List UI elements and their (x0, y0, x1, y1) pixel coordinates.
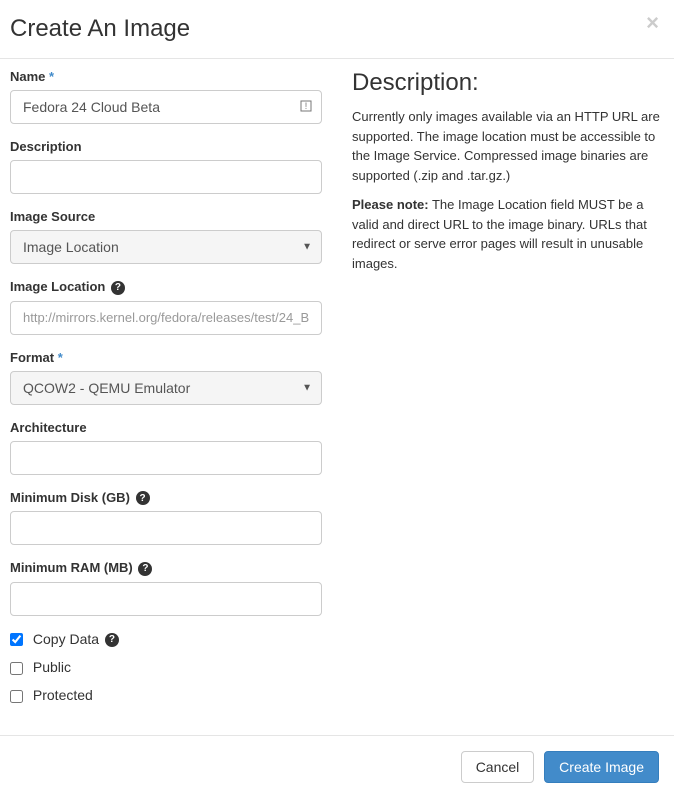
min-ram-group: Minimum RAM (MB) ? (10, 560, 322, 616)
help-icon[interactable]: ? (136, 491, 150, 505)
min-disk-group: Minimum Disk (GB) ? (10, 490, 322, 546)
help-icon[interactable]: ? (111, 281, 125, 295)
name-label-text: Name (10, 69, 45, 84)
format-select[interactable]: QCOW2 - QEMU Emulator (10, 371, 322, 405)
protected-checkbox[interactable] (10, 690, 23, 703)
close-icon: × (646, 10, 659, 35)
image-location-label-text: Image Location (10, 279, 105, 294)
close-button[interactable]: × (646, 10, 659, 36)
form-column: Name * ! Description Image Source (10, 69, 322, 715)
public-checkbox[interactable] (10, 662, 23, 675)
copy-data-label-wrapper[interactable]: Copy Data ? (10, 631, 119, 647)
copy-data-label: Copy Data (33, 631, 99, 647)
modal-body: Name * ! Description Image Source (0, 59, 674, 735)
image-source-group: Image Source Image Location ▼ (10, 209, 322, 264)
modal-header: Create An Image × (0, 0, 674, 59)
public-label: Public (33, 659, 71, 675)
copy-data-checkbox[interactable] (10, 633, 23, 646)
protected-label-wrapper[interactable]: Protected (10, 687, 93, 703)
description-strong: Please note: (352, 197, 429, 212)
copy-data-group: Copy Data ? (10, 631, 322, 647)
min-disk-label-text: Minimum Disk (GB) (10, 490, 130, 505)
public-label-wrapper[interactable]: Public (10, 659, 71, 675)
min-disk-input[interactable] (10, 511, 322, 545)
public-group: Public (10, 659, 322, 675)
modal-footer: Cancel Create Image (0, 735, 674, 798)
required-indicator: * (49, 69, 54, 84)
format-group: Format * QCOW2 - QEMU Emulator ▼ (10, 350, 322, 405)
architecture-input[interactable] (10, 441, 322, 475)
protected-label: Protected (33, 687, 93, 703)
description-group: Description (10, 139, 322, 194)
required-indicator: * (58, 350, 63, 365)
description-heading: Description: (352, 69, 664, 97)
format-select-wrapper: QCOW2 - QEMU Emulator ▼ (10, 371, 322, 405)
image-source-select[interactable]: Image Location (10, 230, 322, 264)
description-paragraph-1: Currently only images available via an H… (352, 107, 664, 185)
help-icon[interactable]: ? (105, 633, 119, 647)
min-ram-label: Minimum RAM (MB) ? (10, 560, 322, 576)
format-label-text: Format (10, 350, 54, 365)
format-label: Format * (10, 350, 322, 365)
name-input-wrapper: ! (10, 90, 322, 124)
create-image-modal: Create An Image × Name * ! Description (0, 0, 674, 798)
description-column: Description: Currently only images avail… (352, 69, 664, 715)
create-image-button[interactable]: Create Image (544, 751, 659, 783)
image-source-label: Image Source (10, 209, 322, 224)
image-location-label: Image Location ? (10, 279, 322, 295)
min-ram-label-text: Minimum RAM (MB) (10, 560, 133, 575)
description-paragraph-2: Please note: The Image Location field MU… (352, 195, 664, 273)
help-icon[interactable]: ? (138, 562, 152, 576)
description-label: Description (10, 139, 322, 154)
architecture-label: Architecture (10, 420, 322, 435)
architecture-group: Architecture (10, 420, 322, 475)
min-disk-label: Minimum Disk (GB) ? (10, 490, 322, 506)
name-input[interactable] (10, 90, 322, 124)
image-source-select-wrapper: Image Location ▼ (10, 230, 322, 264)
description-input[interactable] (10, 160, 322, 194)
modal-title: Create An Image (10, 15, 664, 43)
protected-group: Protected (10, 687, 322, 703)
cancel-button[interactable]: Cancel (461, 751, 535, 783)
name-label: Name * (10, 69, 322, 84)
image-location-group: Image Location ? (10, 279, 322, 335)
name-group: Name * ! (10, 69, 322, 124)
min-ram-input[interactable] (10, 582, 322, 616)
image-location-input[interactable] (10, 301, 322, 335)
